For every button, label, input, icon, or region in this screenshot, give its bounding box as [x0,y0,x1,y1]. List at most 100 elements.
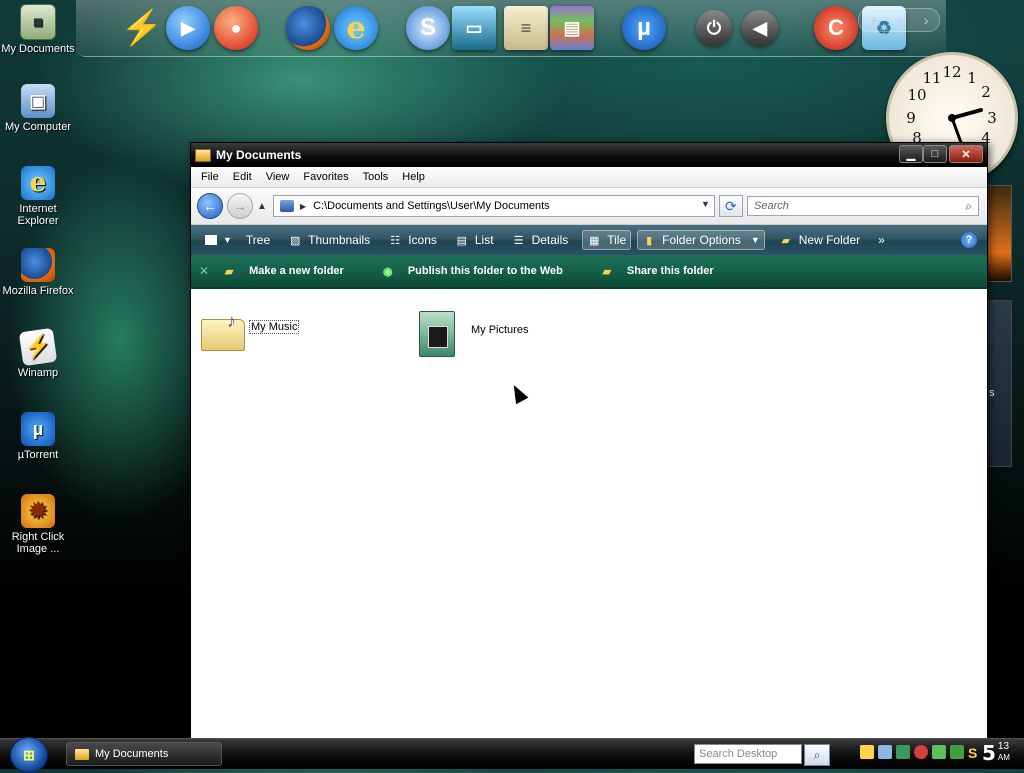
winrar-icon[interactable]: ▤ [550,6,594,50]
dock-prev-button[interactable]: ‹ [898,12,903,28]
desktop-search-field[interactable]: Search Desktop [694,744,802,764]
taskbar: ⊞ My Documents Search Desktop ⌕ S 5 13 A… [0,737,1024,773]
menu-favorites[interactable]: Favorites [303,171,348,183]
title-bar[interactable]: My Documents ▁ □ ✕ [191,143,987,167]
up-arrow-icon[interactable]: ▲ [257,201,267,212]
dock-add-button[interactable]: + [869,12,877,28]
share-folder-task[interactable]: ▰ Share this folder [599,265,714,278]
file-item-my-pictures[interactable]: My Pictures [419,311,528,357]
monitor-icon[interactable]: ▭ [452,6,496,50]
refresh-button[interactable]: ⟳ [718,195,743,217]
help-icon[interactable]: ? [961,232,977,248]
address-field[interactable]: ▶ C:\Documents and Settings\User\My Docu… [272,195,715,217]
desktop-icon-label: Winamp [17,367,59,379]
file-name: My Music [249,320,300,334]
computer-icon: ▣ [21,84,55,118]
maximize-button[interactable]: □ [923,145,947,163]
globe-icon: ◉ [383,265,393,278]
safely-remove-icon[interactable] [896,745,910,759]
ccleaner-icon[interactable]: C [814,6,858,50]
network-icon[interactable] [878,745,892,759]
folder-options-button[interactable]: ▮ Folder Options ▼ [637,230,765,250]
menu-file[interactable]: File [201,171,219,183]
skype-tray-icon[interactable]: S [968,745,982,761]
drive-icon [279,200,294,212]
desktop-icon-winamp[interactable]: ⚡ Winamp [0,327,76,379]
search-icon[interactable]: ⌕ [965,199,972,214]
clock-hour: 5 [982,741,996,765]
desktop-icon-mozilla-firefox[interactable]: Mozilla Firefox [0,248,76,297]
desktop-icon-utorrent[interactable]: µ µTorrent [0,412,76,461]
desktop-icon-internet-explorer[interactable]: e Internet Explorer [0,166,76,227]
chevron-down-icon[interactable]: ▼ [751,235,760,245]
notepad-icon[interactable]: ≡ [504,6,548,50]
thumbnails-icon: ▨ [289,234,301,247]
desktop-icon-right-click-image[interactable]: ✹ Right Click Image ... [0,494,76,555]
back-button[interactable]: ← [197,193,223,219]
menu-help[interactable]: Help [402,171,425,183]
music-folder-icon: ♪ [201,311,245,351]
side-gadget-text: s [989,387,995,399]
utorrent-icon: µ [21,412,55,446]
clock-time[interactable]: 5 13 AM [982,741,1010,765]
make-new-folder-task[interactable]: ▰ Make a new folder [221,265,344,278]
toolbar-more: » [878,233,885,247]
ie-icon[interactable]: e [334,6,378,50]
media-player-icon[interactable]: ▶ [166,6,210,50]
search-field[interactable]: Search ⌕ [747,196,979,216]
firefox-red-icon[interactable]: ● [214,6,258,50]
tree-button[interactable]: ▼ Tree [201,231,274,249]
shield-icon[interactable] [860,745,874,759]
clock-ampm: AM [997,753,1010,762]
minimize-button[interactable]: ▁ [899,145,923,163]
icons-button[interactable]: ☷ Icons [384,231,441,249]
winamp-bolt-icon[interactable]: ⚡ [120,6,164,50]
explorer-window: My Documents ▁ □ ✕ File Edit View Favori… [190,142,988,740]
system-tray: S [860,745,986,761]
menu-view[interactable]: View [266,171,290,183]
skype-icon[interactable]: S [406,6,450,50]
folder-icon [195,148,211,162]
menu-tools[interactable]: Tools [363,171,389,183]
desktop-icon-my-computer[interactable]: ▣ My Computer [0,84,76,133]
new-folder-button[interactable]: ▰ New Folder [775,231,864,249]
toolbar-label: List [474,233,494,247]
documents-icon: ▤ [20,4,56,40]
list-button[interactable]: ▤ List [451,231,498,249]
back-arrow-icon[interactable]: ◀ [742,10,778,46]
chevron-down-icon[interactable]: ▼ [701,199,710,209]
dock-next-button[interactable]: › [924,12,929,28]
folder-options-icon: ▮ [646,234,653,247]
firefox-icon[interactable] [286,6,330,50]
close-button[interactable]: ✕ [949,145,983,163]
folder-icon [75,748,89,760]
desktop-icon-label: Right Click Image ... [11,531,65,555]
power-icon[interactable]: ⏻ [696,10,732,46]
thumbnails-button[interactable]: ▨ Thumbnails [284,231,374,249]
close-icon[interactable]: ✕ [199,264,209,278]
file-name: My Pictures [471,324,529,336]
sync-icon[interactable] [950,745,964,759]
details-button[interactable]: ☰ Details [508,231,573,249]
taskbar-item-my-documents[interactable]: My Documents [66,742,222,766]
chevron-down-icon: ▼ [223,235,232,245]
folder-task-bar: ✕ ▰ Make a new folder ◉ Publish this fol… [191,255,987,289]
security-alert-icon[interactable] [914,745,928,759]
publish-folder-task[interactable]: ◉ Publish this folder to the Web [380,265,563,278]
desktop-icon-my-documents[interactable]: ▤ My Documents [0,4,76,55]
taskbar-item-label: My Documents [95,748,169,760]
window-title: My Documents [216,148,302,162]
forward-button[interactable]: → [227,193,253,219]
view-toolbar: ▼ Tree ▨ Thumbnails ☷ Icons ▤ List ☰ Det… [191,225,987,255]
tile-button[interactable]: ▦ Tile [582,230,632,250]
more-button[interactable]: » [874,231,889,249]
menu-bar: File Edit View Favorites Tools Help [191,167,987,188]
utorrent-icon[interactable]: µ [622,6,666,50]
update-icon[interactable] [932,745,946,759]
clock-number: 9 [906,109,916,127]
file-item-my-music[interactable]: ♪ My Music [201,311,300,351]
desktop-icon-label: My Documents [1,43,75,55]
menu-edit[interactable]: Edit [233,171,252,183]
search-icon[interactable]: ⌕ [804,744,830,766]
clock-number: 1 [967,69,977,87]
